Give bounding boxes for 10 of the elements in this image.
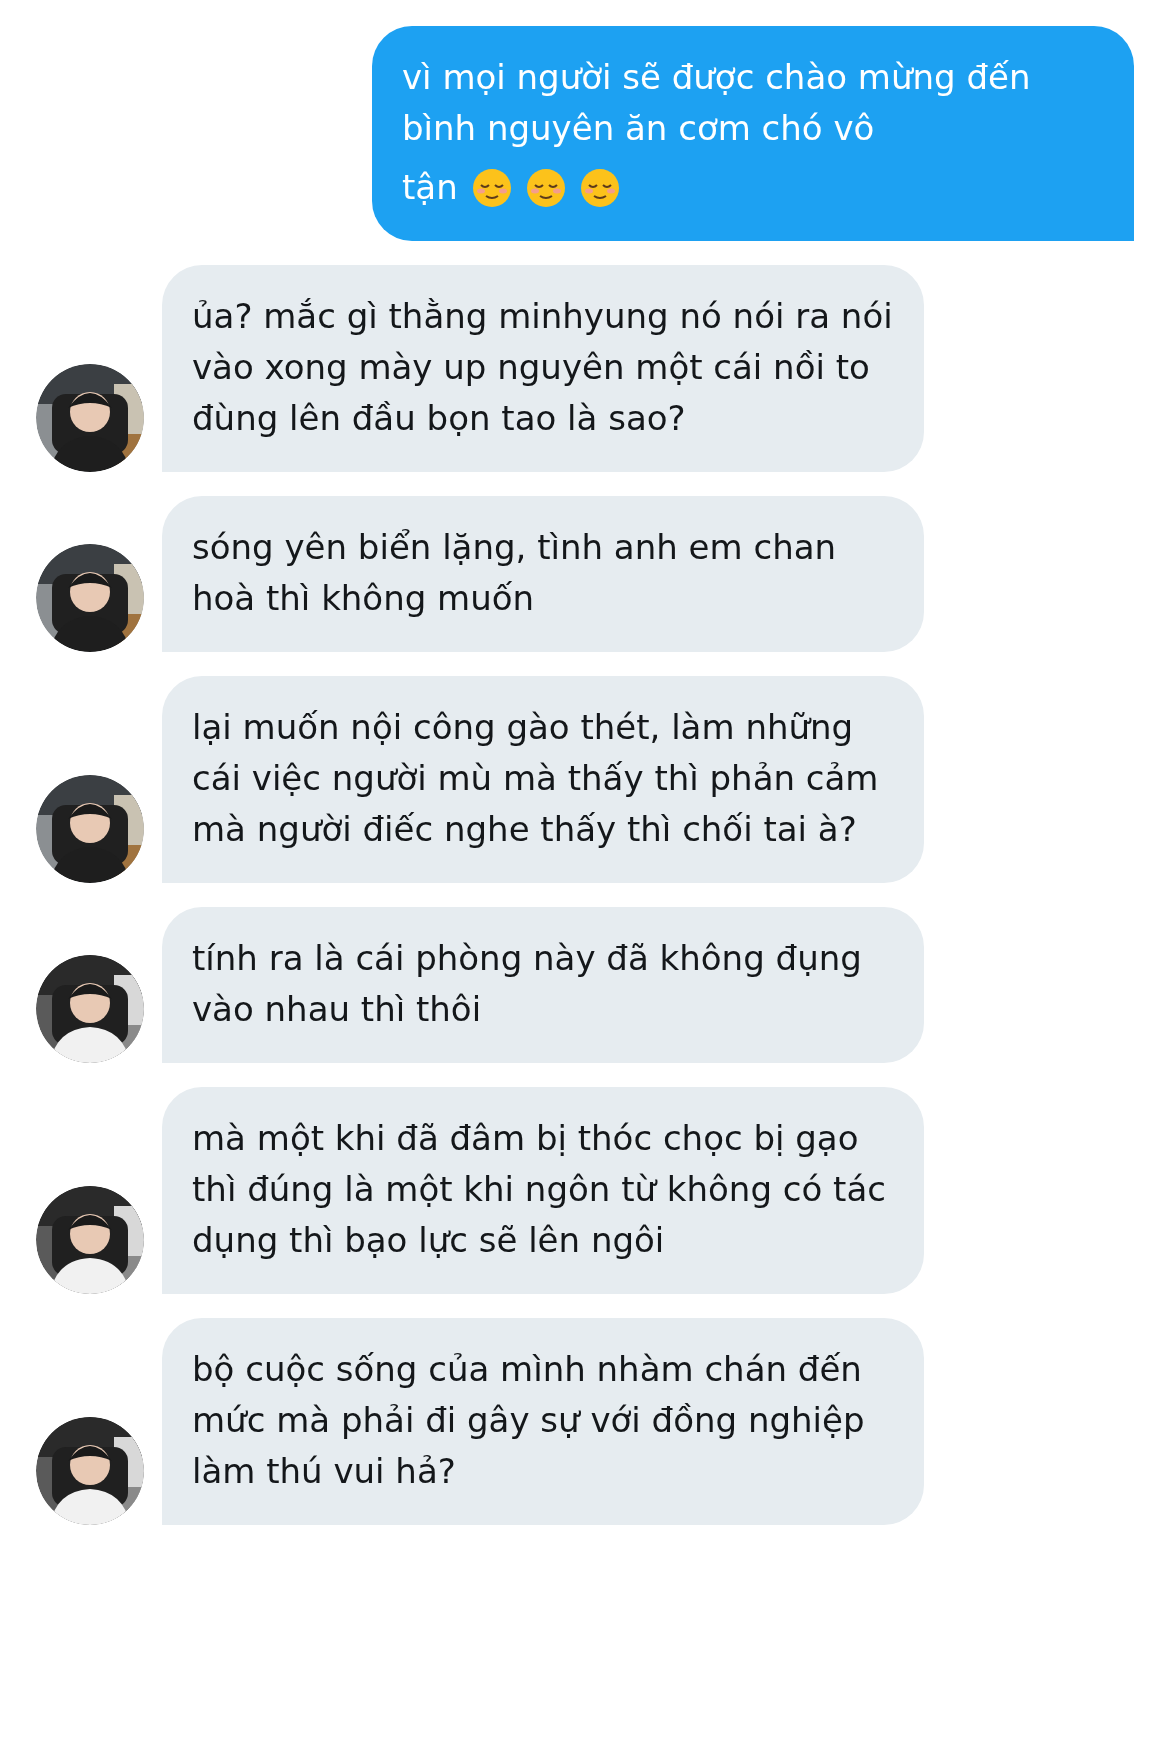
message-text: mà một khi đã đâm bị thóc chọc bị gạo thì đúng là một khi ngôn từ không có tác dụng thì bạo lực sẽ lên ngôi <box>192 1117 887 1262</box>
relieved-face-icon <box>471 167 512 208</box>
message-text: ủa? mắc gì thằng minhyung nó nói ra nói vào xong mày up nguyên một cái nồi to đùng lên đầu bọn tao là sao? <box>192 295 894 440</box>
relieved-face-icon <box>579 167 620 208</box>
message-text: lại muốn nội công gào thét, làm những cái việc người mù mà thấy thì phản cảm mà người điếc nghe thấy thì chối tai à? <box>192 706 880 851</box>
message-text: tận <box>402 166 458 209</box>
message-text: sóng yên biển lặng, tình anh em chan hoà thì không muốn <box>192 526 838 620</box>
relieved-face-icon <box>525 167 566 208</box>
message-text: tính ra là cái phòng này đã không đụng vào nhau thì thôi <box>192 937 863 1031</box>
message-text: bộ cuộc sống của mình nhàm chán đến mức mà phải đi gây sự với đồng nghiệp làm thú vui hả? <box>192 1348 866 1493</box>
